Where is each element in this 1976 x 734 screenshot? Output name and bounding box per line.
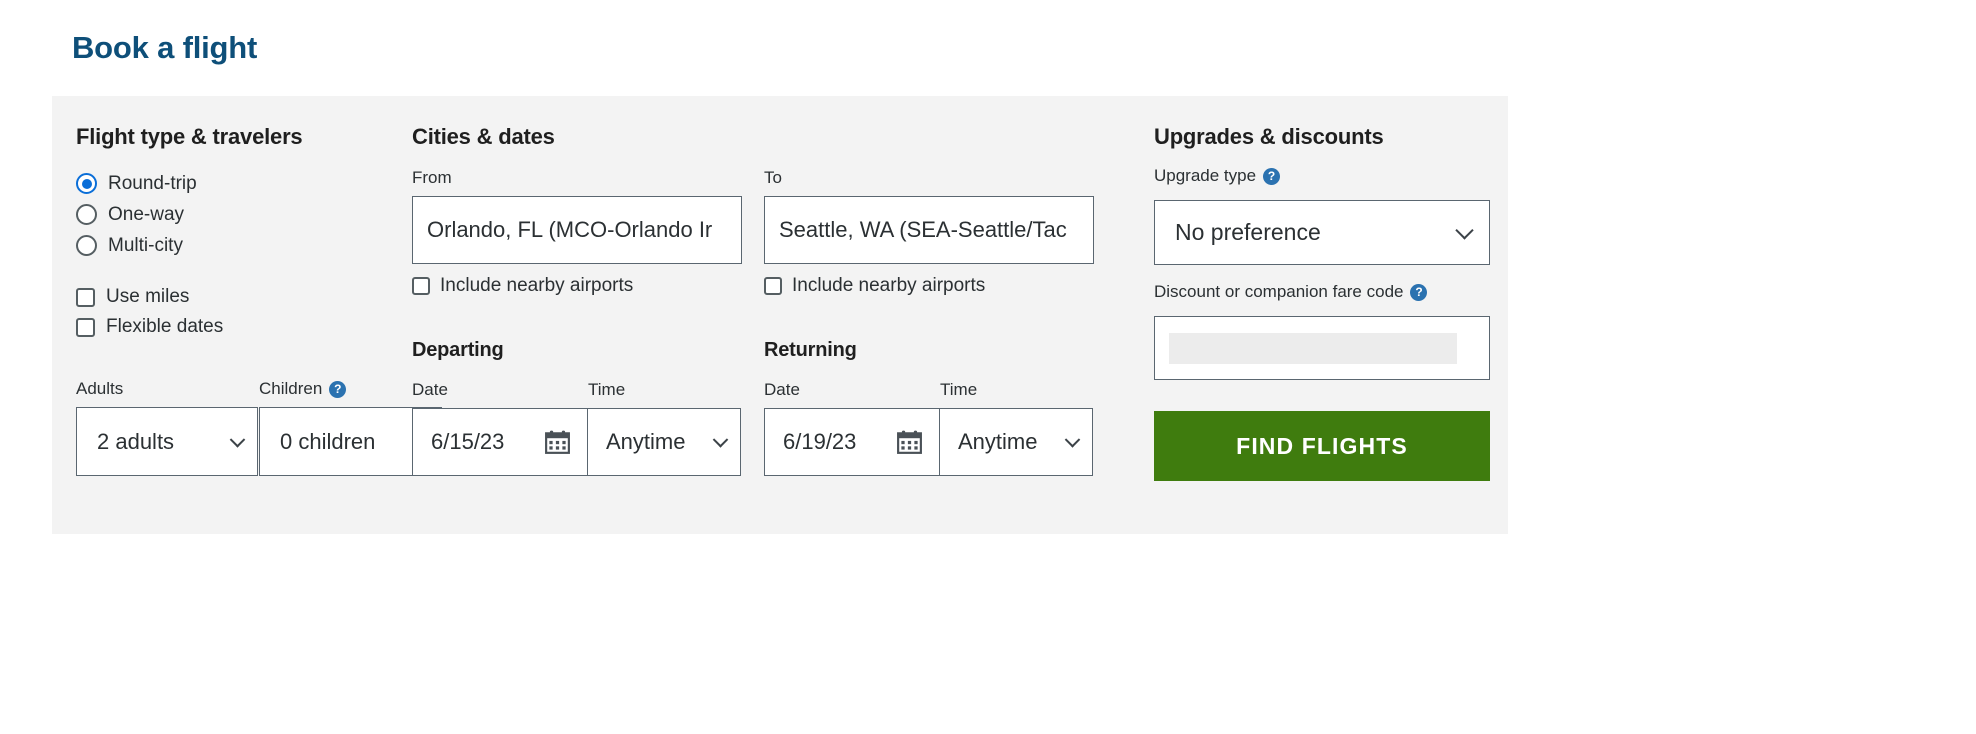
children-help-icon[interactable]: ? [329,380,347,398]
booking-widget-page: Book a flight Flight type & travelers Ro… [0,0,1976,734]
departing-time-select[interactable]: Anytime [587,408,741,476]
radio-one-way[interactable]: One-way [76,199,197,230]
upgrade-type-value: No preference [1175,219,1321,245]
checkbox-flexible-dates[interactable]: Flexible dates [76,312,223,342]
chevron-down-icon [712,432,729,448]
page-title: Book a flight [72,30,258,65]
from-value: Orlando, FL (MCO-Orlando Ir [427,217,713,242]
departing-date-label: Date [412,380,448,399]
discount-code-redacted-bar [1169,332,1457,364]
upgrade-type-label: Upgrade type ? [1154,166,1281,186]
to-nearby-label: Include nearby airports [792,275,986,296]
returning-heading: Returning [764,339,857,361]
checkbox-flexible-dates-label: Flexible dates [106,316,224,337]
returning-date-value: 6/19/23 [783,429,857,454]
returning-time-select[interactable]: Anytime [939,408,1093,476]
from-nearby-label: Include nearby airports [440,275,634,296]
departing-heading: Departing [412,339,504,361]
departing-block: Departing Date Time 6/15/23 Anytime [412,339,742,476]
to-nearby-checkbox-mark[interactable] [764,277,782,295]
from-label: From [412,168,452,187]
checkbox-use-miles-label: Use miles [106,286,190,307]
departing-date-value: 6/15/23 [431,429,505,454]
radio-round-trip-mark[interactable] [76,173,97,194]
discount-code-input[interactable] [1154,316,1490,380]
adults-label: Adults [76,379,124,398]
upgrades-discounts-column: Upgrades & discounts Upgrade type ? No p… [1154,96,1494,534]
radio-multi-city-mark[interactable] [76,235,97,256]
travelers-section: Adults Children ? 2 adults 0 children [76,379,442,476]
travelers-selects: 2 adults 0 children [76,407,442,476]
cities-dates-column: Cities & dates From Orlando, FL (MCO-Orl… [412,96,1112,534]
dates-row: Departing Date Time 6/15/23 Anytime Retu… [412,339,1094,476]
discount-code-label: Discount or companion fare code ? [1154,282,1428,302]
cities-row: From Orlando, FL (MCO-Orlando Ir Include… [412,168,1094,297]
flight-type-travelers-heading: Flight type & travelers [76,124,303,149]
checkbox-use-miles-mark[interactable] [76,287,95,307]
checkbox-use-miles[interactable]: Use miles [76,282,223,312]
adults-select[interactable]: 2 adults [76,407,258,476]
returning-time-label: Time [940,380,978,399]
returning-time-value: Anytime [958,429,1038,454]
booking-panel: Flight type & travelers Round-trip One-w… [52,96,1508,534]
from-nearby-checkbox[interactable]: Include nearby airports [412,275,742,297]
chevron-down-icon [1455,220,1474,240]
returning-date-label: Date [764,380,800,399]
returning-block: Returning Date Time 6/19/23 Anytime [764,339,1094,476]
departing-date-input[interactable]: 6/15/23 [412,408,588,476]
from-input[interactable]: Orlando, FL (MCO-Orlando Ir [412,196,742,264]
to-value: Seattle, WA (SEA-Seattle/Tac [779,217,1067,242]
to-field-block: To Seattle, WA (SEA-Seattle/Tac Include … [764,168,1094,297]
find-flights-button[interactable]: FIND FLIGHTS [1154,411,1490,481]
flight-type-travelers-column: Flight type & travelers Round-trip One-w… [76,96,442,534]
upgrades-discounts-heading: Upgrades & discounts [1154,124,1384,149]
radio-one-way-label: One-way [108,203,185,225]
adults-value: 2 adults [97,428,175,454]
upgrade-type-select[interactable]: No preference [1154,200,1490,265]
travelers-labels: Adults Children ? [76,379,442,407]
from-field-block: From Orlando, FL (MCO-Orlando Ir Include… [412,168,742,297]
radio-round-trip[interactable]: Round-trip [76,168,197,199]
radio-multi-city-label: Multi-city [108,234,183,256]
calendar-icon[interactable] [544,429,571,455]
calendar-icon[interactable] [896,429,923,455]
radio-one-way-mark[interactable] [76,204,97,225]
upgrade-type-help-icon[interactable]: ? [1263,167,1281,185]
departing-time-value: Anytime [606,429,686,454]
from-nearby-checkbox-mark[interactable] [412,277,430,295]
to-input[interactable]: Seattle, WA (SEA-Seattle/Tac [764,196,1094,264]
cities-dates-heading: Cities & dates [412,124,555,149]
departing-time-label: Time [588,380,626,399]
checkbox-flexible-dates-mark[interactable] [76,317,95,337]
returning-date-input[interactable]: 6/19/23 [764,408,940,476]
flight-options-checkbox-group: Use miles Flexible dates [76,282,223,342]
trip-type-radio-group: Round-trip One-way Multi-city [76,168,197,261]
chevron-down-icon [1064,432,1081,448]
radio-multi-city[interactable]: Multi-city [76,230,197,261]
to-nearby-checkbox[interactable]: Include nearby airports [764,275,1094,297]
radio-round-trip-label: Round-trip [108,172,197,194]
to-label: To [764,168,782,187]
chevron-down-icon [229,431,246,448]
discount-code-help-icon[interactable]: ? [1410,283,1428,301]
children-value: 0 children [280,428,376,454]
